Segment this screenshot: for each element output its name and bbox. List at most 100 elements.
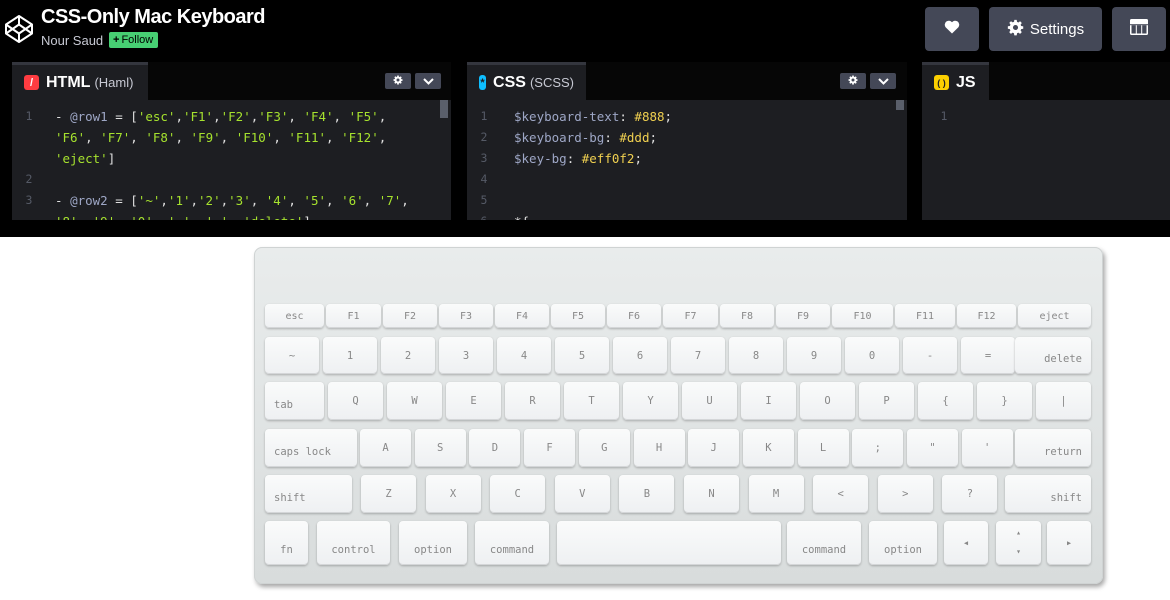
key-q-1[interactable]: Q: [328, 382, 383, 420]
love-button[interactable]: [925, 7, 979, 51]
tab-js[interactable]: ( ) JS: [922, 62, 989, 100]
key-z-10[interactable]: ?: [942, 475, 998, 513]
css-settings-button[interactable]: [840, 73, 866, 89]
key-num-6[interactable]: 6: [613, 337, 667, 374]
key-num-12[interactable]: =: [961, 337, 1015, 374]
key-num-7[interactable]: 7: [671, 337, 725, 374]
settings-button[interactable]: Settings: [989, 7, 1102, 51]
key-a-5[interactable]: G: [578, 429, 630, 467]
key-z-4[interactable]: V: [554, 475, 610, 513]
key-F3[interactable]: F3: [439, 304, 493, 328]
key-shift-left[interactable]: shift: [265, 475, 352, 513]
author-name[interactable]: Nour Saud: [41, 33, 103, 48]
pane-resizer[interactable]: [907, 62, 922, 220]
html-code-editor[interactable]: 1 - @row1 = ['esc','F1','F2','F3', 'F4', …: [12, 100, 451, 220]
key-z-9[interactable]: >: [877, 475, 933, 513]
key-num-11[interactable]: -: [903, 337, 957, 374]
key-num-10[interactable]: 0: [845, 337, 899, 374]
key-a-11[interactable]: ": [907, 429, 958, 467]
key-num-3[interactable]: 3: [439, 337, 493, 374]
key-caps-lock[interactable]: caps lock: [265, 429, 357, 467]
arrow-down-icon[interactable]: ▾: [1016, 547, 1021, 556]
key-q-5[interactable]: T: [564, 382, 619, 420]
key-a-1[interactable]: A: [360, 429, 411, 467]
key-command-right[interactable]: command: [787, 521, 861, 565]
key-num-1[interactable]: 1: [323, 337, 377, 374]
arrow-up-icon[interactable]: ▴: [1016, 528, 1021, 537]
change-view-button[interactable]: [1112, 7, 1166, 51]
key-F4[interactable]: F4: [495, 304, 549, 328]
key-F6[interactable]: F6: [607, 304, 661, 328]
key-num-9[interactable]: 9: [787, 337, 841, 374]
pen-title[interactable]: CSS-Only Mac Keyboard: [41, 6, 266, 29]
follow-button[interactable]: + Follow: [109, 32, 159, 48]
key-z-3[interactable]: C: [490, 475, 546, 513]
css-collapse-button[interactable]: [870, 73, 896, 89]
key-z-7[interactable]: M: [748, 475, 804, 513]
key-num-4[interactable]: 4: [497, 337, 551, 374]
key-a-3[interactable]: D: [469, 429, 521, 467]
key-q-4[interactable]: R: [505, 382, 560, 420]
key-z-5[interactable]: B: [619, 475, 675, 513]
js-code-editor[interactable]: 1: [922, 100, 1170, 220]
key-F1[interactable]: F1: [326, 304, 381, 328]
key-F10[interactable]: F10: [832, 304, 893, 328]
key-a-6[interactable]: H: [633, 429, 685, 467]
key-arrow-right[interactable]: ▸: [1047, 521, 1091, 565]
pane-resizer[interactable]: [0, 62, 12, 220]
key-F12[interactable]: F12: [957, 304, 1016, 328]
key-num-5[interactable]: 5: [555, 337, 609, 374]
key-option-right[interactable]: option: [869, 521, 937, 565]
key-delete[interactable]: delete: [1015, 337, 1091, 374]
key-q-9[interactable]: O: [800, 382, 855, 420]
pane-resizer[interactable]: [451, 62, 467, 220]
key-F7[interactable]: F7: [663, 304, 718, 328]
key-z-1[interactable]: Z: [361, 475, 416, 513]
key-F2[interactable]: F2: [383, 304, 437, 328]
key-a-4[interactable]: F: [524, 429, 576, 467]
tab-css[interactable]: * CSS (SCSS): [467, 62, 586, 100]
key-tab[interactable]: tab: [265, 382, 324, 420]
key-q-7[interactable]: U: [682, 382, 737, 420]
key-q-13[interactable]: |: [1036, 382, 1091, 420]
key-a-9[interactable]: L: [797, 429, 849, 467]
key-q-3[interactable]: E: [446, 382, 501, 420]
css-code-editor[interactable]: 1 $keyboard-text: #888; 2 $keyboard-bg: #d…: [467, 100, 907, 220]
key-q-6[interactable]: Y: [623, 382, 678, 420]
key-q-10[interactable]: P: [859, 382, 914, 420]
key-z-2[interactable]: X: [425, 475, 481, 513]
key-command-left[interactable]: command: [475, 521, 549, 565]
key-q-8[interactable]: I: [741, 382, 796, 420]
key-a-8[interactable]: K: [742, 429, 794, 467]
key-control-left[interactable]: control: [317, 521, 390, 565]
key-F9[interactable]: F9: [776, 304, 830, 328]
key-arrow-up-down[interactable]: ▴ ▾: [996, 521, 1041, 565]
key-z-6[interactable]: N: [684, 475, 739, 513]
key-q-11[interactable]: {: [918, 382, 973, 420]
key-fn[interactable]: fn: [265, 521, 308, 565]
html-scrollbar[interactable]: [440, 100, 448, 118]
key-a-10[interactable]: ;: [852, 429, 904, 467]
key-return[interactable]: return: [1015, 429, 1091, 467]
key-F5[interactable]: F5: [551, 304, 605, 328]
key-F8[interactable]: F8: [720, 304, 774, 328]
key-z-8[interactable]: <: [813, 475, 869, 513]
codepen-logo-icon[interactable]: [3, 13, 35, 45]
html-settings-button[interactable]: [385, 73, 411, 89]
key-esc[interactable]: esc: [265, 304, 324, 328]
key-a-7[interactable]: J: [688, 429, 740, 467]
key-num-0[interactable]: ~: [265, 337, 319, 374]
key-a-2[interactable]: S: [414, 429, 466, 467]
key-option-left[interactable]: option: [399, 521, 467, 565]
key-space[interactable]: [557, 521, 781, 565]
css-scrollbar[interactable]: [896, 100, 904, 110]
key-F11[interactable]: F11: [895, 304, 955, 328]
key-num-8[interactable]: 8: [729, 337, 783, 374]
key-a-12[interactable]: ': [961, 429, 1013, 467]
key-arrow-left[interactable]: ◂: [944, 521, 988, 565]
tab-html[interactable]: / HTML (Haml): [12, 62, 148, 100]
key-q-2[interactable]: W: [387, 382, 442, 420]
key-q-12[interactable]: }: [977, 382, 1032, 420]
key-num-2[interactable]: 2: [381, 337, 435, 374]
key-eject[interactable]: eject: [1018, 304, 1091, 328]
